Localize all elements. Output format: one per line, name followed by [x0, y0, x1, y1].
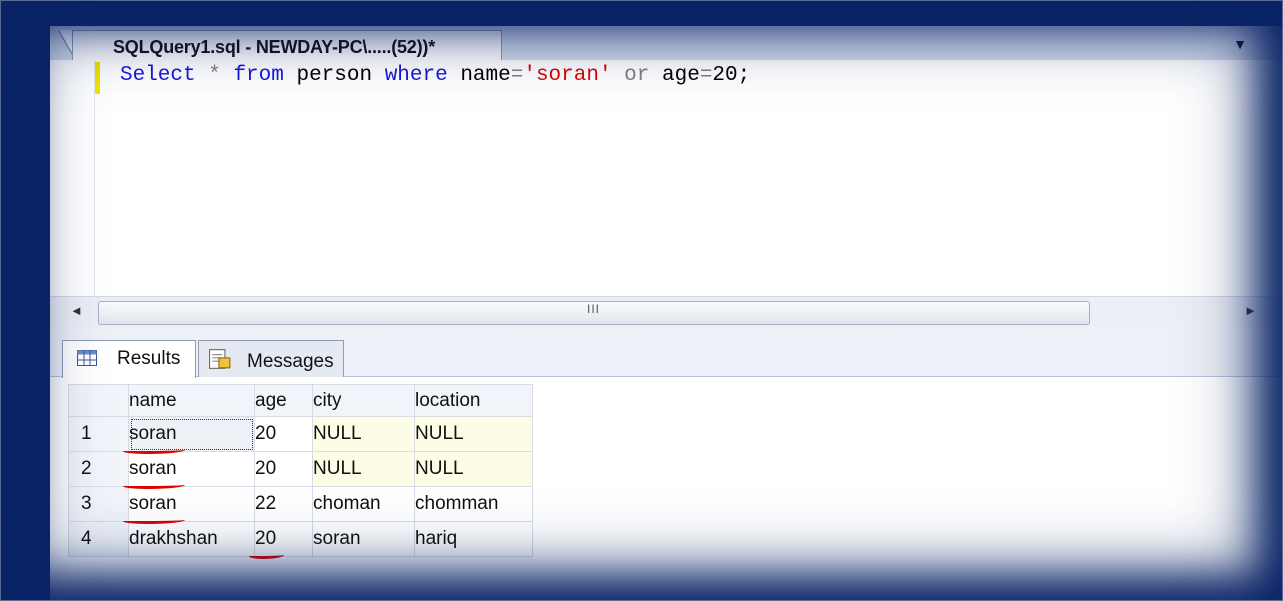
- results-tab-strip: Results Messages: [50, 326, 1283, 378]
- table-row[interactable]: 2 soran 20 NULL NULL: [68, 451, 533, 489]
- cell-age[interactable]: 20: [254, 416, 313, 452]
- column-header-location[interactable]: location: [414, 384, 533, 417]
- sql-token: 'soran': [523, 64, 612, 87]
- sql-token: *: [208, 64, 221, 87]
- grid-icon: [77, 350, 97, 366]
- cell-age[interactable]: 22: [254, 486, 313, 522]
- table-row[interactable]: 1 soran 20 NULL NULL: [68, 416, 533, 454]
- grid-corner[interactable]: [68, 384, 129, 417]
- tab-messages-label: Messages: [247, 351, 334, 372]
- sql-token: age: [649, 64, 700, 87]
- cell-name-text: soran: [123, 458, 184, 489]
- document-tab-bar: SQLQuery1.sql - NEWDAY-PC\.....(52))* ▼: [50, 26, 1283, 62]
- cell-location[interactable]: chomman: [414, 486, 533, 522]
- cell-city[interactable]: NULL: [312, 451, 415, 487]
- cell-name[interactable]: soran: [123, 486, 255, 524]
- query-editor[interactable]: Select * from person where name='soran' …: [50, 60, 1283, 322]
- sql-token: or: [624, 64, 650, 87]
- tab-results-label: Results: [117, 348, 181, 369]
- cell-age[interactable]: 20: [248, 521, 313, 559]
- scroll-right-icon[interactable]: ►: [1244, 303, 1257, 318]
- cell-name[interactable]: drakhshan: [128, 521, 255, 557]
- sql-token: name: [447, 64, 511, 87]
- column-header-name[interactable]: name: [128, 384, 255, 417]
- table-row[interactable]: 3 soran 22 choman chomman: [68, 486, 533, 524]
- ssms-window: SQLQuery1.sql - NEWDAY-PC\.....(52))* ▼ …: [50, 26, 1283, 601]
- desktop-frame: SQLQuery1.sql - NEWDAY-PC\.....(52))* ▼ …: [0, 0, 1283, 601]
- sql-token: =: [510, 64, 524, 87]
- column-header-age[interactable]: age: [254, 384, 313, 417]
- dropdown-arrow-icon[interactable]: ▼: [1233, 36, 1247, 52]
- scroll-thumb[interactable]: III: [98, 301, 1090, 325]
- cell-name[interactable]: soran: [123, 451, 255, 489]
- grid-header-row: name age city location: [68, 384, 533, 417]
- sql-token: Select: [120, 64, 196, 87]
- results-pane: Results Messages name age city location …: [50, 326, 1283, 601]
- tab-results[interactable]: Results: [62, 340, 196, 378]
- messages-icon: [209, 349, 231, 369]
- sql-token: where: [384, 64, 448, 87]
- tab-messages[interactable]: Messages: [198, 340, 344, 377]
- table-row[interactable]: 4 drakhshan 20 soran hariq: [68, 521, 533, 559]
- horizontal-scrollbar[interactable]: ◄ III ►: [50, 296, 1283, 327]
- tab-sqlquery1[interactable]: SQLQuery1.sql - NEWDAY-PC\.....(52))*: [72, 30, 502, 62]
- cell-location[interactable]: NULL: [414, 416, 533, 452]
- cell-name-text: soran: [123, 423, 184, 454]
- sql-token: 20;: [712, 64, 751, 87]
- row-number[interactable]: 4: [68, 521, 129, 557]
- scroll-grip-icon: III: [587, 302, 601, 316]
- row-number[interactable]: 1: [68, 416, 129, 452]
- cell-city[interactable]: soran: [312, 521, 415, 557]
- changed-line-marker: [95, 62, 100, 94]
- row-number[interactable]: 3: [68, 486, 129, 522]
- editor-gutter: [50, 60, 95, 322]
- cell-age-text: 20: [248, 528, 285, 559]
- cell-age[interactable]: 20: [254, 451, 313, 487]
- tab-title: SQLQuery1.sql - NEWDAY-PC\.....(52))*: [113, 37, 436, 57]
- sql-token: =: [699, 64, 713, 87]
- column-header-city[interactable]: city: [312, 384, 415, 417]
- row-number[interactable]: 2: [68, 451, 129, 487]
- scroll-left-icon[interactable]: ◄: [70, 303, 83, 318]
- cell-city[interactable]: choman: [312, 486, 415, 522]
- cell-city[interactable]: NULL: [312, 416, 415, 452]
- cell-location[interactable]: hariq: [414, 521, 533, 557]
- sql-token: from: [233, 64, 284, 87]
- cell-name-text: soran: [123, 493, 184, 524]
- sql-code-line[interactable]: Select * from person where name='soran' …: [120, 64, 750, 87]
- cell-name[interactable]: soran: [123, 416, 255, 454]
- results-grid[interactable]: name age city location 1 soran 20 NULL N…: [68, 384, 533, 559]
- sql-token: person: [283, 64, 385, 87]
- cell-location[interactable]: NULL: [414, 451, 533, 487]
